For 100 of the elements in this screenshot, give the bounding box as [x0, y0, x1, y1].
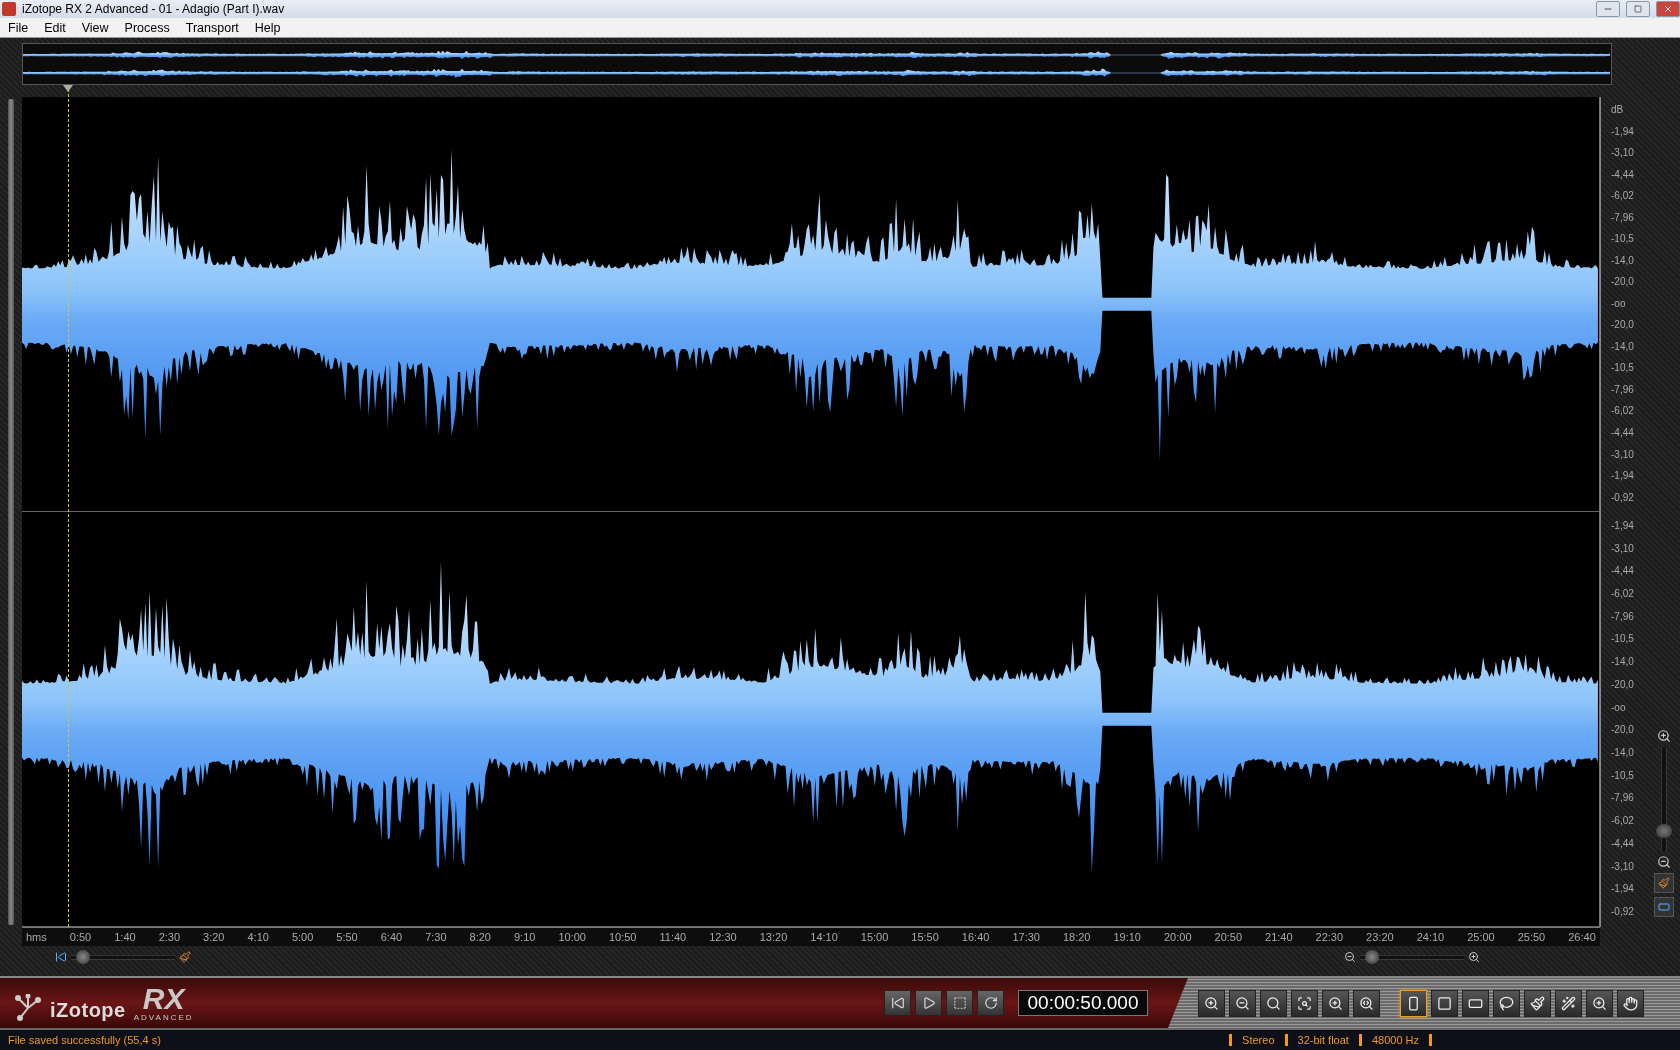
scale-label: -14,0	[1611, 656, 1635, 668]
loop-icon	[983, 996, 998, 1010]
product-name: RX	[142, 984, 185, 1014]
play-selection-button[interactable]	[946, 990, 973, 1016]
tool-button[interactable]	[1617, 989, 1644, 1017]
scale-label: -4,44	[1611, 168, 1635, 180]
zoom-in-icon	[1592, 995, 1607, 1011]
zoom-in-icon[interactable]	[1468, 951, 1480, 963]
scale-label: -20,0	[1611, 678, 1635, 690]
menu-item[interactable]: File	[0, 20, 37, 35]
tool-button[interactable]	[1586, 989, 1613, 1017]
fit-button[interactable]	[1654, 897, 1674, 917]
time-tick: 19:10	[1113, 931, 1141, 943]
time-tick: 25:00	[1467, 931, 1495, 943]
tool-button[interactable]	[1229, 989, 1256, 1017]
time-tick: 10:00	[558, 931, 586, 943]
scale-label: -4,44	[1611, 837, 1635, 849]
slider-track[interactable]	[1656, 747, 1672, 851]
rectangle-icon	[1658, 901, 1670, 913]
scale-label: -10,5	[1611, 769, 1635, 781]
scale-label: -14,0	[1611, 254, 1635, 266]
tool-button[interactable]	[1322, 989, 1349, 1017]
slider-thumb[interactable]	[75, 950, 90, 964]
time-tick: 1:40	[114, 931, 136, 943]
slider-thumb[interactable]	[1364, 950, 1379, 964]
scale-label: -7,96	[1611, 383, 1635, 395]
paintbrush-icon[interactable]	[179, 951, 191, 963]
menu-item[interactable]: Edit	[36, 20, 74, 35]
time-tick: 10:50	[608, 931, 637, 943]
time-tick: 5:50	[336, 931, 358, 943]
tool-button[interactable]	[1400, 989, 1427, 1017]
tool-button[interactable]	[1291, 989, 1318, 1017]
time-tick: 7:30	[425, 931, 447, 943]
tool-button[interactable]	[1353, 989, 1380, 1017]
scale-label: -14,0	[1611, 747, 1635, 759]
playhead-marker[interactable]	[62, 85, 73, 92]
time-tick: 22:30	[1315, 931, 1344, 943]
tool-button[interactable]	[1493, 989, 1520, 1017]
close-button[interactable]	[1656, 1, 1680, 17]
color-button[interactable]	[1654, 873, 1674, 893]
tool-button[interactable]	[1462, 989, 1489, 1017]
time-tick: 24:10	[1416, 931, 1445, 943]
scale-label: -20,0	[1611, 724, 1635, 736]
zoom-out-icon[interactable]	[1657, 855, 1671, 869]
overview-panel[interactable]	[22, 43, 1612, 85]
scale-label: -0,92	[1611, 491, 1635, 503]
status-message: File saved successfully (55,4 s)	[8, 1034, 162, 1046]
menu-item[interactable]: Help	[246, 20, 289, 35]
time-tick: 0:50	[69, 931, 92, 943]
time-tick: 14:10	[810, 931, 838, 943]
tool-button[interactable]	[1524, 989, 1551, 1017]
time-tick: 13:20	[759, 931, 788, 943]
slider-thumb[interactable]	[1656, 823, 1672, 838]
time-tick: 21:40	[1265, 931, 1293, 943]
square-icon	[1437, 995, 1452, 1011]
menu-item[interactable]: Process	[116, 20, 178, 35]
tool-button[interactable]	[1260, 989, 1287, 1017]
vertical-scrollbar[interactable]	[8, 99, 14, 925]
scale-label: -7,96	[1611, 610, 1635, 622]
dashed-square-icon	[952, 996, 967, 1010]
time-tick: 23:20	[1366, 931, 1394, 943]
menu-item[interactable]: Transport	[177, 20, 247, 35]
zoom-out-icon[interactable]	[1344, 951, 1356, 963]
rectangle-icon	[1406, 995, 1421, 1011]
slider-track[interactable]	[1360, 950, 1464, 964]
time-tick: 20:50	[1214, 931, 1243, 943]
magnifier-icon	[1266, 995, 1281, 1011]
scale-label: -10,5	[1611, 362, 1635, 374]
zoom-in-icon	[1328, 995, 1343, 1011]
paintbrush-icon	[1530, 995, 1545, 1011]
edition-label: ADVANCED	[133, 1014, 194, 1022]
scroll-left-icon[interactable]	[55, 951, 67, 963]
loop-button[interactable]	[977, 990, 1004, 1016]
time-tick: 26:40	[1568, 931, 1596, 943]
scale-label: -6,02	[1611, 815, 1635, 827]
menu-item[interactable]: View	[73, 20, 117, 35]
status-info: Stereo	[1229, 1034, 1285, 1046]
scale-label: -10,5	[1611, 633, 1635, 645]
scale-label: -oo	[1611, 701, 1627, 713]
play-icon	[921, 996, 936, 1010]
slider-track[interactable]	[71, 950, 175, 964]
scale-label: -3,10	[1611, 542, 1635, 554]
play-button[interactable]	[915, 990, 942, 1016]
to-start-button[interactable]	[884, 990, 911, 1016]
tool-button[interactable]	[1555, 989, 1582, 1017]
magic-wand-icon	[1561, 995, 1576, 1011]
unit-label: hms	[26, 931, 47, 943]
scale-label: -1,94	[1611, 125, 1635, 137]
tool-button[interactable]	[1198, 989, 1225, 1017]
time-tick: 25:50	[1517, 931, 1546, 943]
zoom-in-icon[interactable]	[1657, 729, 1671, 743]
scale-label: -20,0	[1611, 276, 1635, 288]
tool-button[interactable]	[1431, 989, 1458, 1017]
scale-label: -1,94	[1611, 883, 1635, 895]
time-tick: 18:20	[1062, 931, 1091, 943]
time-tick: 2:30	[158, 931, 181, 943]
time-tick: 15:00	[860, 931, 889, 943]
scan-search-icon	[1297, 995, 1312, 1011]
zoom-in-icon	[1204, 995, 1219, 1011]
scale-label: -1,94	[1611, 470, 1635, 481]
